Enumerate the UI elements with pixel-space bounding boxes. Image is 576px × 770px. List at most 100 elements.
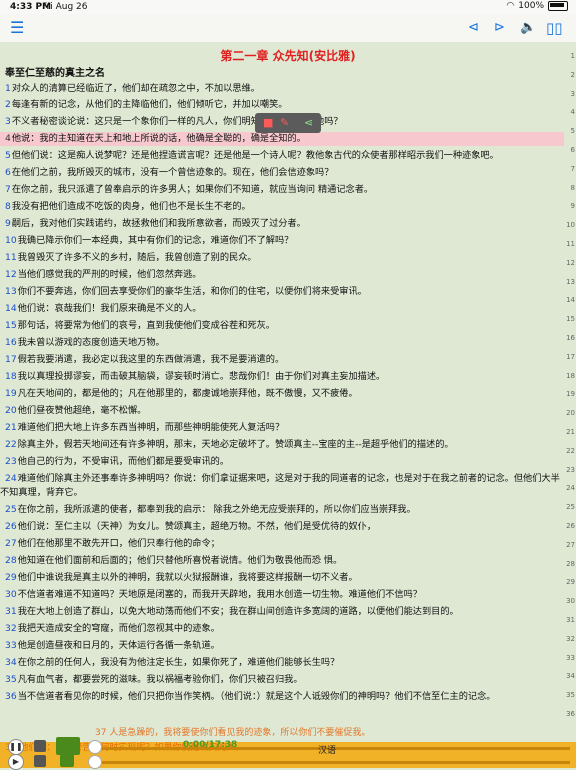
speaker-icon[interactable]: 🔈 [520,18,536,38]
verse-row[interactable]: 24难道他们除真主外还事奉许多神明吗？你说：你们拿证据来吧，这是对于我的同道者的… [0,472,564,500]
layers-icon[interactable] [56,737,80,755]
ruler-number: 29 [566,578,575,587]
verse-row[interactable]: 8我没有把他们造成不吃饭的肉身，他们也不是长生不老的。 [0,200,564,214]
verse-number: 3 [5,116,11,127]
ruler-number: 21 [566,428,575,436]
book-icon[interactable]: ▯▯ [546,18,563,38]
verse-row[interactable]: 36当不信道者看见你的时候，他们只把你当作笑柄。（他们说：）就是这个人诋毁你们的… [0,690,564,704]
verse-text: 当他们感觉我的严刑的时候，他们忽然奔逃。 [17,269,202,280]
share-icon[interactable]: ⋖ [304,116,313,130]
verse-number: 33 [5,640,17,651]
ruler-number: 17 [566,352,575,361]
verse-row[interactable]: 13你们不要奔逃，你们回去享受你们的豪华生活，和你们的住宅，以便你们将来受审讯。 [0,285,564,299]
verse-text: 每逢有新的记念，从他们的主降临他们，他们倾听它，并加以嘲笑。 [11,99,288,110]
ruler-number: 24 [566,484,575,493]
ruler-number: 31 [566,616,575,624]
next-icon[interactable]: ⊳ [494,18,505,38]
pause-icon[interactable]: ❚❚ [8,739,24,755]
verse-text: 不信道者难道不知道吗？天地原是闭塞的，而我开天辟地，我用水创造一切生物。难道他们… [17,589,422,600]
verse-row[interactable]: 15那句话，将要常为他们的哀号，直到我使他们变成谷茬和死灰。 [0,319,564,333]
bookmark-icon[interactable]: ■ [263,116,273,130]
verse-text: 我确已降示你们一本经典，其中有你们的记念，难道你们不了解吗？ [17,235,294,246]
verse-text: 假若我要消遣，我必定以我这里的东西做消遣，我不是要消遣的。 [17,354,285,365]
verse-number: 28 [5,555,17,566]
verse-row[interactable]: 18我以真理投掷谬妄，而击破其脑袋，谬妄顿时消亡。悲哉你们！由于你们对真主妄加描… [0,370,564,384]
verse-ruler: 1 2 3 4 5 6 7 8 9 10 11 12 13 14 15 16 17 18 19 20 21 22 23 24 2… [562,42,576,742]
verse-row[interactable]: 19凡在天地间的，都是他的；凡在他那里的，都虔诚地崇拜他，既不傲慢，又不疲倦。 [0,387,564,401]
verse-text: 凡在天地间的，都是他的；凡在他那里的，都虔诚地崇拜他，既不傲慢，又不疲倦。 [17,388,358,399]
progress-knob[interactable] [88,740,102,754]
verse-number: 9 [5,218,11,229]
verse-text: 他们中谁说我是真主以外的神明，我就以火狱报酬谁，我将要这样报酬一切不义者。 [17,572,358,583]
verse-number: 1 [5,83,11,94]
download-icon[interactable] [60,754,74,767]
verse-row[interactable]: 25在你之前，我所派遣的使者，都奉到我的启示： 除我之外绝无应受崇拜的，所以你们… [0,503,564,517]
previous-icon[interactable]: ⊲ [468,18,479,38]
ruler-number: 3 [570,89,575,98]
verse-number: 7 [5,184,11,195]
verse-number: 13 [5,286,17,297]
verse-row[interactable]: 22除真主外，假若天地间还有许多神明，那末，天地必定破坏了。赞颂真主--宝座的主… [0,438,564,452]
verse-row[interactable]: 27他们在他那里不敢先开口，他们只奉行他的命令； [0,537,564,551]
status-date: Fri Aug 26 [42,2,88,12]
verse-row[interactable]: 16我未曾以游戏的态度创造天地万物。 [0,336,564,350]
verse-row[interactable]: 32我把天造成安全的穹窿，而他们忽视其中的迹象。 [0,622,564,636]
verse-row[interactable]: 23他自己的行为，不受审讯，而他们都是要受审讯的。 [0,455,564,469]
verse-row[interactable]: 33他是创造昼夜和日月的，天体运行各循一条轨道。 [0,639,564,653]
verse-number: 32 [5,623,17,634]
verse-row[interactable]: 5但他们说：这是痴人说梦呢？还是他捏造谎言呢？还是他是一个诗人呢？教他象古代的众… [0,149,564,163]
verse-row[interactable]: 9嗣后，我对他们实践诺约，故拯救他们和我所意欲者，而毁灭了过分者。 [0,217,564,231]
verse-text: 嗣后，我对他们实践诺约，故拯救他们和我所意欲者，而毁灭了过分者。 [11,218,306,229]
ruler-number: 25 [566,503,575,512]
verse-row[interactable]: 34在你之前的任何人，我没有为他注定长生，如果你死了，难道他们能够长生吗？ [0,656,564,670]
verse-number: 34 [5,657,17,668]
ruler-number: 14 [566,296,575,305]
ruler-number: 22 [566,446,575,455]
ruler-number: 4 [570,108,575,117]
verse-row[interactable]: 17假若我要消遣，我必定以我这里的东西做消遣，我不是要消遣的。 [0,353,564,367]
progress-track-2[interactable] [90,761,570,764]
verse-row[interactable]: 31我在大地上创造了群山，以免大地动荡而他们不安；我在群山间创造许多宽阔的道路，… [0,605,564,619]
verse-row[interactable]: 21难道他们把大地上许多东西当神明，而那些神明能使死人复活吗？ [0,421,564,435]
verse-text: 他自己的行为，不受审讯，而他们都是要受审讯的。 [17,456,230,467]
toolbar: ☰ ⊲ ⊳ 🔈 ▯▯ [0,14,576,43]
verse-row[interactable]: 12当他们感觉我的严刑的时候，他们忽然奔逃。 [0,268,564,282]
verse-text: 他说：我的主知道在天上和地上所说的话，他确是全聪的，确是全知的。 [11,133,306,144]
verse-text: 我以真理投掷谬妄，而击破其脑袋，谬妄顿时消亡。悲哉你们！由于你们对真主妄加描述。 [17,371,386,382]
verse-row[interactable]: 26他们说：至仁主以（天神）为女儿。赞颂真主，超绝万物。不然，他们是受优待的奴仆… [0,520,564,534]
verse-row[interactable]: 29他们中谁说我是真主以外的神明，我就以火狱报酬谁，我将要这样报酬一切不义者。 [0,571,564,585]
verse-number: 12 [5,269,17,280]
reading-area[interactable]: 第二一章 众先知(安比雅) 奉至仁至慈的真主之名 1对众人的清算已经临近了，他们… [0,42,576,742]
verse-row[interactable]: 10我确已降示你们一本经典，其中有你们的记念，难道你们不了解吗？ [0,234,564,248]
verse-text: 对众人的清算已经临近了，他们却在疏忽之中，不加以思维。 [11,83,260,94]
verse-row[interactable]: 20他们昼夜赞他超绝，毫不松懈。 [0,404,564,418]
ruler-number: 27 [566,540,575,549]
menu-icon[interactable]: ☰ [10,18,24,38]
verse-row[interactable]: 28他知道在他们面前和后面的；他们只替他所喜悦者说情。他们为敬畏他而恐 惧。 [0,554,564,568]
verse-text: 我曾毁灭了许多不义的乡村，随后，我曾创造了别的民众。 [17,252,257,263]
verse-number: 10 [5,235,17,246]
verse-number: 24 [5,473,17,484]
section-title: 奉至仁至慈的真主之名 [5,68,105,79]
verse-row[interactable]: 30不信道者难道不知道吗？天地原是闭塞的，而我开天辟地，我用水创造一切生物。难道… [0,588,564,602]
verse-row[interactable]: 1对众人的清算已经临近了，他们却在疏忽之中，不加以思维。 [0,82,564,96]
verse-row[interactable]: 14他们说：哀哉我们！我们原来确是不义的人。 [0,302,564,316]
verse-number: 19 [5,388,17,399]
verse-text: 我没有把他们造成不吃饭的肉身，他们也不是长生不老的。 [11,201,251,212]
stop-icon[interactable] [34,740,46,752]
stop-icon-2[interactable] [34,755,46,767]
verse-number: 5 [5,150,11,161]
verse-row[interactable]: 35凡有血气者，都要尝死的滋味。我以祸福考验你们，你们只被召归我。 [0,673,564,687]
verse-row[interactable]: 6在他们之前，我所毁灭的城市，没有一个曾信迹象的。现在，他们会信迹象吗？ [0,166,564,180]
verse-row[interactable]: 4他说：我的主知道在天上和地上所说的话，他确是全聪的，确是全知的。 [0,132,564,146]
progress-knob-2[interactable] [88,755,102,769]
ruler-number: 1 [570,52,575,60]
verse-text: 在你之前的任何人，我没有为他注定长生，如果你死了，难道他们能够长生吗？ [17,657,340,668]
verse-number: 6 [5,167,11,178]
verse-row[interactable]: 7在你之前，我只派遣了曾奉启示的许多男人；如果你们不知道，就应当询问 精通记念者… [0,183,564,197]
verse-text: 你们不要奔逃，你们回去享受你们的豪华生活，和你们的住宅，以便你们将来受审讯。 [17,286,367,297]
verse-row[interactable]: 2每逢有新的记念，从他们的主降临他们，他们倾听它，并加以嘲笑。 [0,98,564,112]
verse-row[interactable]: 11我曾毁灭了许多不义的乡村，随后，我曾创造了别的民众。 [0,251,564,265]
edit-icon[interactable]: ✎ [280,116,289,130]
verse-number: 4 [5,133,11,144]
